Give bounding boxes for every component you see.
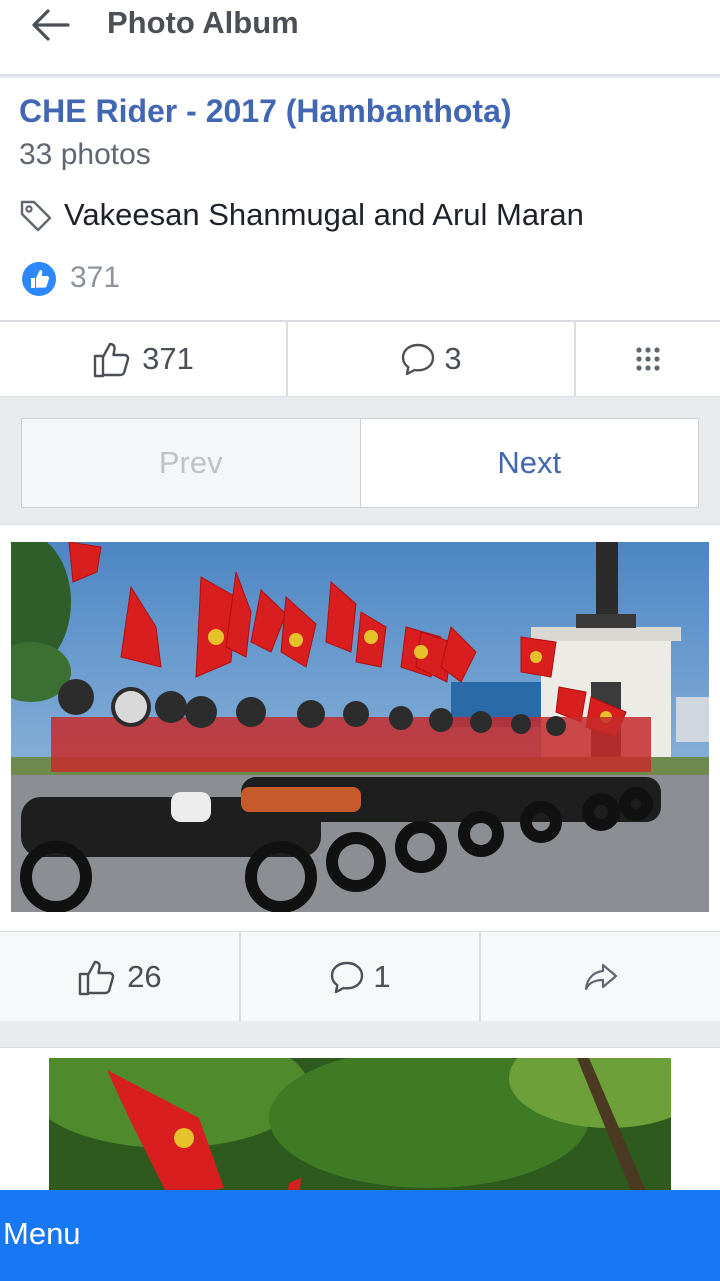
comment-count: 3 bbox=[444, 341, 462, 376]
reaction-count: 371 bbox=[70, 261, 121, 294]
like-button[interactable]: 371 bbox=[0, 322, 286, 396]
photo-count: 33 photos bbox=[19, 138, 151, 171]
page-title: Photo Album bbox=[107, 5, 299, 40]
photo-share-button[interactable] bbox=[479, 932, 720, 1021]
more-options-button[interactable] bbox=[574, 322, 720, 396]
grid-dots-icon bbox=[636, 347, 660, 371]
photo-post-2 bbox=[0, 1047, 720, 1198]
comment-icon bbox=[331, 961, 364, 993]
like-count: 371 bbox=[142, 341, 194, 376]
menu-label: Menu bbox=[3, 1216, 81, 1251]
photo-comment-count: 1 bbox=[373, 958, 391, 994]
album-photo-flag-trees[interactable] bbox=[49, 1058, 671, 1198]
photo-action-bar: 26 1 bbox=[0, 931, 720, 1021]
album-action-bar: 371 3 bbox=[0, 320, 720, 397]
album-photo-motorcycle-rally[interactable] bbox=[11, 542, 709, 912]
photo-post: 26 1 bbox=[0, 524, 720, 1021]
photo-like-button[interactable]: 26 bbox=[0, 932, 239, 1021]
photo-like-count: 26 bbox=[127, 958, 162, 994]
album-title[interactable]: CHE Rider - 2017 (Hambanthota) bbox=[19, 93, 512, 130]
back-arrow-icon bbox=[32, 9, 70, 41]
back-button[interactable] bbox=[28, 6, 76, 46]
thumbs-up-icon bbox=[78, 960, 115, 995]
comment-button[interactable]: 3 bbox=[286, 322, 574, 396]
menu-bar[interactable]: Menu bbox=[0, 1190, 720, 1281]
prev-button[interactable]: Prev bbox=[22, 419, 361, 507]
tag-icon bbox=[20, 200, 52, 232]
like-reaction-icon bbox=[20, 260, 58, 298]
comment-icon bbox=[402, 343, 435, 376]
tagged-names[interactable]: Vakeesan Shanmugal and Arul Maran bbox=[64, 197, 584, 233]
top-bar: Photo Album bbox=[0, 0, 720, 76]
album-info: CHE Rider - 2017 (Hambanthota) 33 photos… bbox=[0, 78, 720, 320]
share-icon bbox=[584, 963, 617, 990]
thumbs-up-icon bbox=[93, 342, 130, 378]
photo-comment-button[interactable]: 1 bbox=[238, 932, 480, 1021]
pagination: Prev Next bbox=[21, 418, 699, 508]
next-button[interactable]: Next bbox=[361, 419, 699, 507]
